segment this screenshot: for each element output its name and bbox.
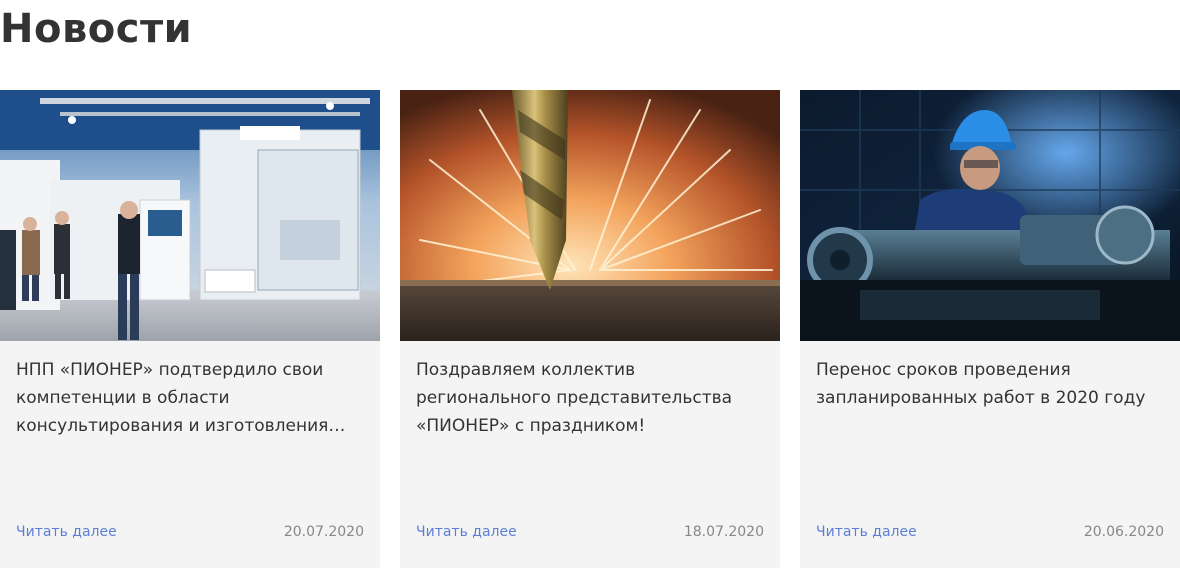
news-card[interactable]: Поздравляем коллектив регионального пред… [400,90,780,568]
read-more-link[interactable]: Читать далее [816,524,917,540]
news-title[interactable]: Поздравляем коллектив регионального пред… [416,356,766,440]
news-card[interactable]: Перенос сроков проведения запланированны… [800,90,1180,568]
news-list: НПП «ПИОНЕР» подтвердило свои компетенци… [0,90,1180,568]
read-more-link[interactable]: Читать далее [16,524,117,540]
news-date: 20.06.2020 [1083,524,1164,540]
news-date: 18.07.2020 [683,524,764,540]
news-footer: Читать далее 18.07.2020 [416,522,764,542]
news-title[interactable]: Перенос сроков проведения запланированны… [816,356,1166,412]
read-more-link[interactable]: Читать далее [416,524,517,540]
news-section: Новости НПП «ПИОНЕР» подтвердило свои ко… [0,0,1180,568]
news-footer: Читать далее 20.07.2020 [16,522,364,542]
news-image-lathe[interactable] [800,90,1180,341]
news-image-exhibition[interactable] [0,90,380,341]
news-footer: Читать далее 20.06.2020 [816,522,1164,542]
section-title: Новости [0,6,193,52]
news-card[interactable]: НПП «ПИОНЕР» подтвердило свои компетенци… [0,90,380,568]
news-title[interactable]: НПП «ПИОНЕР» подтвердило свои компетенци… [16,356,366,440]
news-image-drill[interactable] [400,90,780,341]
news-date: 20.07.2020 [283,524,364,540]
